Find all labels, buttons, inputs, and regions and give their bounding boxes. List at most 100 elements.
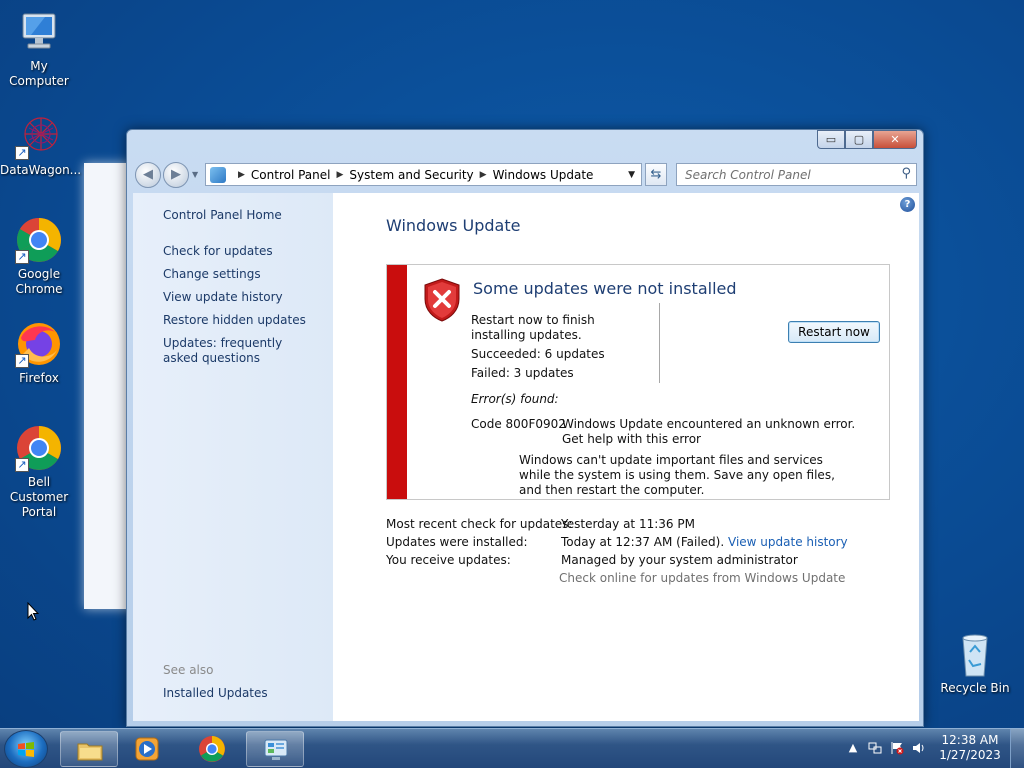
firefox-icon: ↗ — [15, 320, 63, 368]
breadcrumb-control-panel[interactable]: Control Panel — [251, 168, 331, 182]
search-icon[interactable]: ⚲ — [901, 166, 911, 181]
chrome-icon: ↗ — [15, 424, 63, 472]
control-panel-home-link[interactable]: Control Panel Home — [163, 208, 282, 223]
installed-updates-link[interactable]: Installed Updates — [163, 686, 268, 701]
taskbar-chrome[interactable] — [183, 731, 241, 767]
update-status-panel: Some updates were not installed Restart … — [386, 264, 890, 500]
network-icon[interactable] — [868, 741, 882, 755]
search-input[interactable]: Search Control Panel ⚲ — [676, 163, 917, 186]
clock-time: 12:38 AM — [941, 733, 999, 747]
error-description: Windows Update encountered an unknown er… — [562, 417, 856, 431]
change-settings-link[interactable]: Change settings — [163, 267, 261, 282]
address-dropdown-icon[interactable]: ▼ — [628, 170, 635, 180]
updates-faq-link[interactable]: Updates: frequently asked questions — [163, 336, 313, 366]
computer-icon — [15, 8, 63, 56]
restart-message: Restart now to finish installing updates… — [471, 313, 595, 342]
address-bar[interactable]: ▶ Control Panel ▶ System and Security ▶ … — [205, 163, 642, 186]
errors-found-label: Error(s) found: — [471, 392, 559, 406]
failed-count: Failed: 3 updates — [471, 366, 574, 380]
navigation-bar: ◀ ▶ ▼ ▶ Control Panel ▶ System and Secur… — [135, 161, 917, 189]
page-title: Windows Update — [386, 216, 521, 235]
taskbar: ▲ 12:38 AM 1/27/2023 — [0, 728, 1024, 768]
search-placeholder: Search Control Panel — [685, 168, 811, 182]
receive-updates-value: Managed by your system administrator — [561, 553, 798, 567]
restart-warning: Windows can't update important files and… — [519, 453, 835, 497]
refresh-button[interactable]: ⇆ — [645, 163, 667, 186]
recent-pages-chevron-icon[interactable]: ▼ — [192, 170, 198, 179]
view-update-history-link[interactable]: View update history — [163, 290, 283, 305]
installed-value: Today at 12:37 AM (Failed). View update … — [561, 535, 848, 550]
desktop-icon-label: My Computer — [9, 59, 69, 88]
task-pane: Control Panel Home Check for updates Cha… — [133, 193, 333, 721]
breadcrumb-windows-update[interactable]: Windows Update — [493, 168, 594, 182]
forward-arrow-icon: ▶ — [171, 167, 181, 182]
taskbar-explorer[interactable] — [60, 731, 118, 767]
media-player-icon — [133, 735, 161, 763]
view-update-history-inline-link[interactable]: View update history — [728, 535, 848, 549]
shortcut-arrow-icon: ↗ — [15, 458, 29, 472]
window-content: Control Panel Home Check for updates Cha… — [133, 193, 919, 721]
status-heading: Some updates were not installed — [473, 279, 737, 298]
breadcrumb-arrow-icon: ▶ — [336, 169, 344, 180]
desktop-icon-google-chrome[interactable]: ↗ Google Chrome — [0, 216, 78, 297]
taskbar-control-panel[interactable] — [246, 731, 304, 767]
close-button[interactable]: ✕ — [873, 130, 917, 149]
chrome-icon: ↗ — [15, 216, 63, 264]
error-status-bar — [387, 265, 407, 499]
shortcut-arrow-icon: ↗ — [15, 146, 29, 160]
back-arrow-icon: ◀ — [143, 167, 153, 182]
show-desktop-button[interactable] — [1010, 729, 1024, 768]
breadcrumb-system-and-security[interactable]: System and Security — [349, 168, 473, 182]
desktop-icon-datawagon[interactable]: ↗ DataWagon... — [0, 112, 82, 178]
refresh-icon: ⇆ — [650, 167, 662, 182]
last-check-value: Yesterday at 11:36 PM — [561, 517, 695, 531]
help-icon[interactable]: ? — [900, 197, 915, 212]
breadcrumb-arrow-icon: ▶ — [479, 169, 487, 180]
desktop-icon-label: Recycle Bin — [940, 681, 1010, 695]
desktop-icon-recycle-bin[interactable]: Recycle Bin — [936, 630, 1014, 696]
control-panel-window: ▭ ▢ ✕ ◀ ▶ ▼ ▶ Control Panel ▶ System and… — [126, 129, 924, 727]
control-panel-icon — [262, 736, 290, 764]
check-online-link[interactable]: Check online for updates from Windows Up… — [559, 571, 845, 586]
recycle-bin-icon — [951, 630, 999, 678]
check-for-updates-link[interactable]: Check for updates — [163, 244, 273, 259]
desktop-icon-firefox[interactable]: ↗ Firefox — [0, 320, 78, 386]
last-check-label: Most recent check for updates: — [386, 517, 573, 531]
installed-value-text: Today at 12:37 AM (Failed). — [561, 535, 725, 549]
chrome-icon — [198, 735, 226, 763]
maximize-button[interactable]: ▢ — [845, 130, 873, 149]
error-shield-icon — [422, 277, 462, 323]
restore-hidden-updates-link[interactable]: Restore hidden updates — [163, 313, 306, 328]
see-also-label: See also — [163, 663, 214, 677]
shortcut-arrow-icon: ↗ — [15, 354, 29, 368]
action-center-flag-icon[interactable] — [890, 741, 904, 755]
start-button[interactable] — [4, 730, 48, 768]
error-code: Code 800F0902 — [471, 417, 566, 431]
volume-icon[interactable] — [912, 741, 926, 755]
show-hidden-icons-icon[interactable]: ▲ — [846, 741, 860, 755]
datawagon-logo-icon: ↗ — [15, 112, 63, 160]
back-button[interactable]: ◀ — [135, 162, 161, 188]
clock[interactable]: 12:38 AM 1/27/2023 — [938, 733, 1002, 763]
system-tray: ▲ 12:38 AM 1/27/2023 — [834, 729, 1024, 768]
desktop-icon-label: DataWagon... — [0, 163, 82, 177]
window-caption-buttons: ▭ ▢ ✕ — [817, 130, 917, 149]
receive-updates-label: You receive updates: — [386, 553, 511, 567]
succeeded-count: Succeeded: 6 updates — [471, 347, 605, 361]
windows-logo-icon — [17, 741, 35, 759]
forward-button[interactable]: ▶ — [163, 162, 189, 188]
shortcut-arrow-icon: ↗ — [15, 250, 29, 264]
desktop-icon-label: Firefox — [19, 371, 59, 385]
desktop-icon-label: Google Chrome — [15, 267, 63, 296]
get-help-link[interactable]: Get help with this error — [562, 432, 701, 447]
desktop-icon-label: Bell Customer Portal — [9, 475, 69, 519]
taskbar-media-player[interactable] — [118, 731, 176, 767]
folder-icon — [76, 736, 104, 764]
restart-now-button[interactable]: Restart now — [788, 321, 880, 343]
control-panel-icon — [210, 166, 226, 183]
desktop-icon-bell-customer-portal[interactable]: ↗ Bell Customer Portal — [0, 424, 78, 520]
divider — [659, 303, 660, 383]
desktop-icon-my-computer[interactable]: My Computer — [0, 8, 78, 89]
minimize-button[interactable]: ▭ — [817, 130, 845, 149]
breadcrumb-arrow-icon: ▶ — [238, 169, 245, 180]
